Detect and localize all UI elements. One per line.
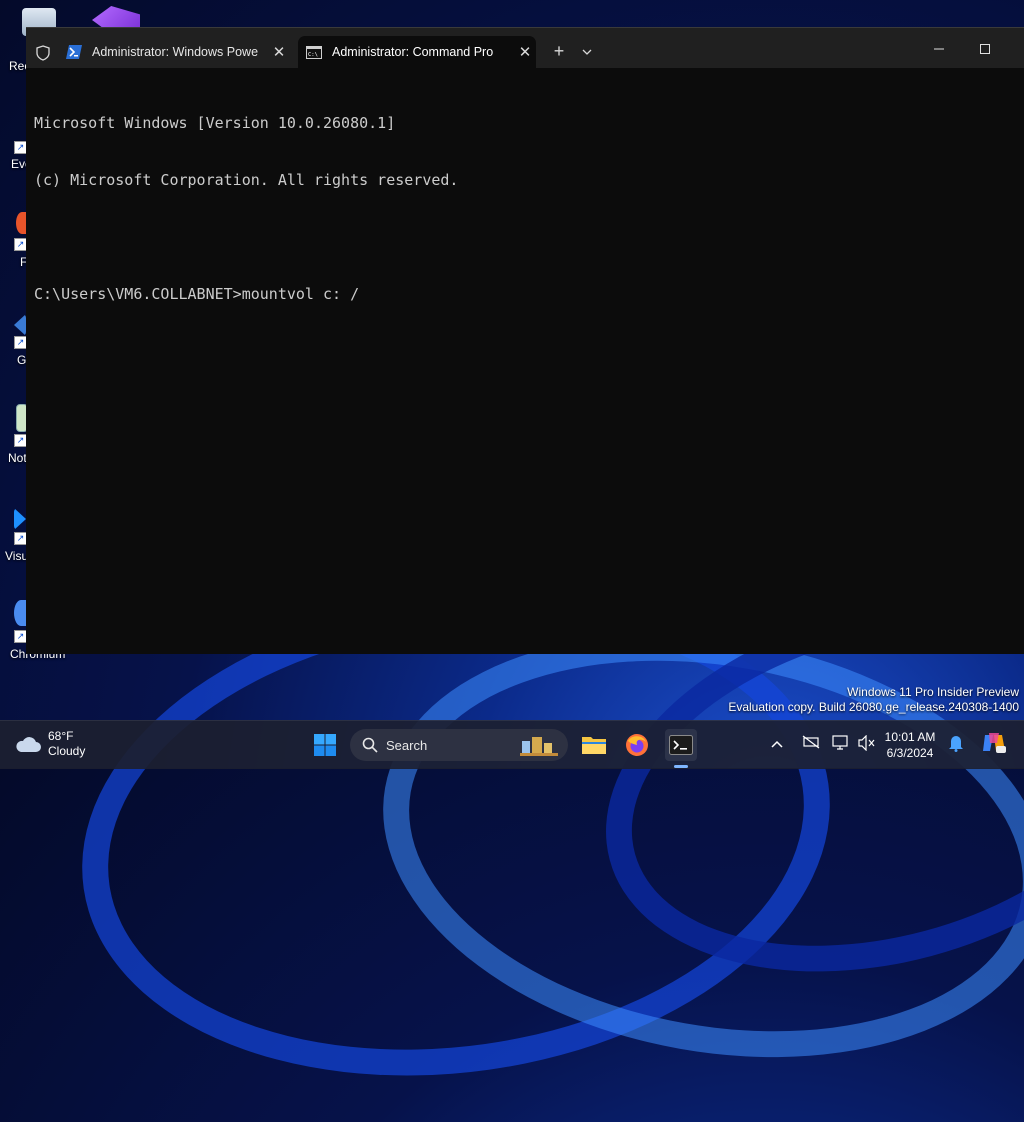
close-tab-button[interactable]: ✕: [268, 43, 290, 61]
search-icon: [362, 737, 378, 753]
chevron-down-icon: [582, 49, 592, 55]
weather-temp: 68°F: [48, 729, 74, 743]
clock-date: 6/3/2024: [886, 746, 934, 760]
weather-widget[interactable]: 68°F Cloudy: [14, 729, 85, 759]
weather-condition: Cloudy: [48, 744, 86, 758]
taskbar: 68°F Cloudy Search 10:01 AM 6/3/2024: [0, 720, 1024, 769]
chevron-up-icon: [771, 740, 783, 748]
console-line: Microsoft Windows [Version 10.0.26080.1]: [34, 114, 396, 132]
show-hidden-icons-button[interactable]: [771, 735, 783, 751]
tab-bar: Administrator: Windows Powe ✕ C:\ Admini…: [26, 28, 1024, 68]
tab-powershell[interactable]: Administrator: Windows Powe ✕: [58, 36, 290, 68]
app-icon: [14, 314, 26, 336]
terminal-button[interactable]: [665, 729, 697, 761]
command-line: C:\Users\VM6.COLLABNET>mountvol c: /: [34, 285, 360, 303]
copilot-button[interactable]: [981, 731, 1007, 758]
vscode-icon: [14, 508, 26, 530]
desktop-icon-label: Not: [8, 451, 27, 465]
powershell-icon: [66, 45, 82, 59]
console-line: (c) Microsoft Corporation. All rights re…: [34, 171, 459, 189]
search-highlight-icon: [520, 737, 558, 756]
start-button[interactable]: [309, 729, 341, 761]
maximize-icon: [980, 44, 990, 54]
network-button[interactable]: [802, 735, 820, 752]
display-button[interactable]: [832, 735, 850, 754]
watermark-line: Windows 11 Pro Insider Preview: [847, 685, 1019, 699]
terminal-window[interactable]: Administrator: Windows Powe ✕ C:\ Admini…: [26, 27, 1024, 654]
copilot-icon: [983, 733, 1006, 753]
close-tab-button[interactable]: ✕: [514, 43, 536, 61]
minimize-icon: [934, 48, 944, 50]
tab-dropdown-button[interactable]: [578, 40, 596, 62]
maximize-button[interactable]: [962, 38, 1008, 60]
cloud-icon: [16, 737, 41, 752]
minimize-button[interactable]: [916, 38, 962, 60]
start-icon: [314, 734, 336, 756]
bell-icon: [949, 736, 963, 752]
file-explorer-icon: [582, 737, 606, 754]
taskbar-search[interactable]: Search: [350, 729, 568, 761]
terminal-icon: [669, 735, 693, 755]
console-output[interactable]: Microsoft Windows [Version 10.0.26080.1]…: [34, 76, 1016, 342]
display-icon: [832, 735, 848, 750]
network-off-icon: [802, 735, 820, 749]
firefox-button[interactable]: [621, 729, 653, 761]
watermark-line: Evaluation copy. Build 26080.ge_release.…: [728, 700, 1019, 714]
admin-shield-icon: [36, 45, 50, 66]
svg-text:C:\: C:\: [308, 52, 318, 58]
evaluation-watermark: Windows 11 Pro Insider Preview Evaluatio…: [728, 685, 1019, 715]
desktop-icon-label: G: [17, 353, 27, 367]
search-placeholder: Search: [386, 737, 428, 753]
volume-button[interactable]: [858, 734, 876, 754]
file-explorer-button[interactable]: [578, 729, 610, 761]
firefox-icon: [626, 734, 648, 756]
notifications-button[interactable]: [948, 734, 964, 755]
tab-command-prompt[interactable]: C:\ Administrator: Command Pro ✕: [298, 36, 536, 68]
tab-label: Administrator: Command Pro: [332, 45, 494, 59]
volume-muted-icon: [858, 734, 875, 752]
new-tab-button[interactable]: +: [548, 40, 570, 62]
cmd-icon: C:\: [306, 45, 322, 59]
desktop-icon-label: Visu: [5, 549, 29, 563]
system-clock[interactable]: 10:01 AM 6/3/2024: [880, 729, 940, 761]
tab-label: Administrator: Windows Powe: [92, 45, 259, 59]
clock-time: 10:01 AM: [884, 730, 936, 744]
